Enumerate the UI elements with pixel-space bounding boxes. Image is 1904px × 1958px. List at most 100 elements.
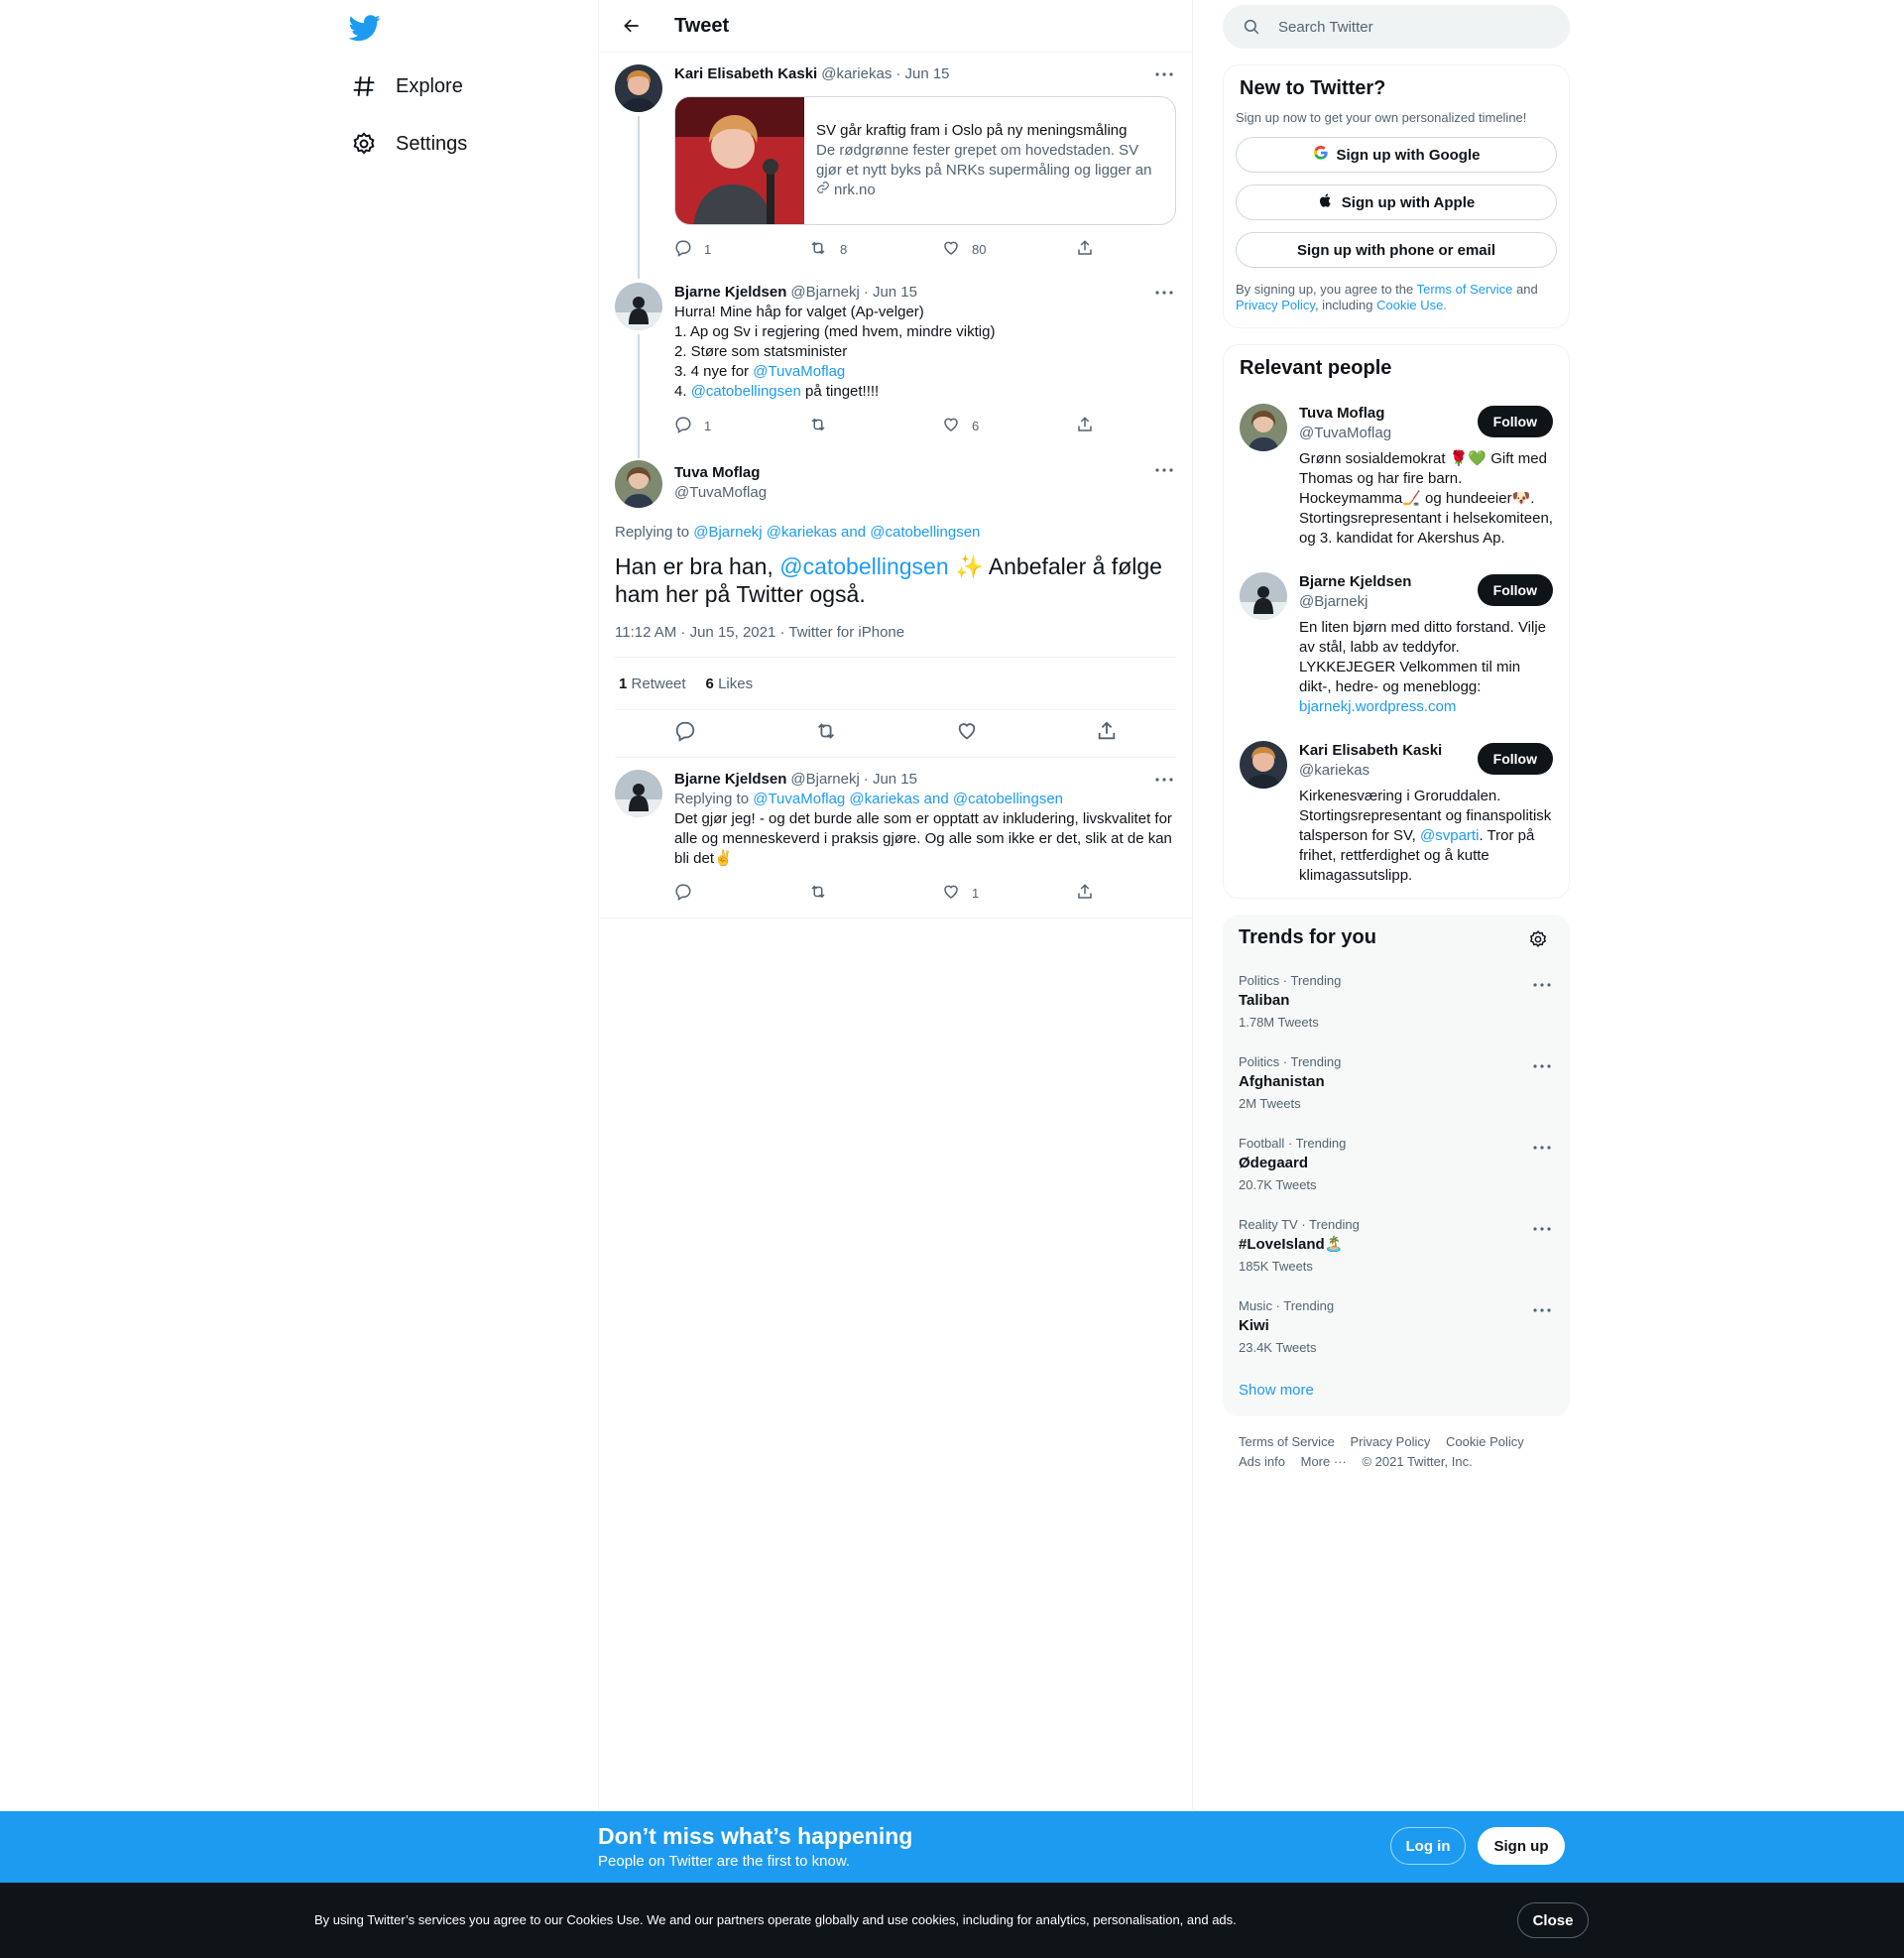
avatar[interactable] bbox=[615, 64, 662, 112]
reply-icon[interactable] bbox=[674, 720, 696, 747]
thread-tweet-bjarnekj[interactable]: Bjarne Kjeldsen @Bjarnekj · Jun 15 Hurra… bbox=[599, 271, 1192, 448]
signup-google-button[interactable]: Sign up with Google bbox=[1236, 137, 1557, 173]
nav-explore[interactable]: Explore bbox=[349, 66, 463, 106]
mention-link[interactable]: @catobellingsen bbox=[779, 553, 948, 579]
more-options-icon[interactable] bbox=[1152, 281, 1176, 305]
reply-button[interactable] bbox=[674, 883, 764, 904]
author-name[interactable]: Kari Elisabeth Kaski bbox=[674, 64, 817, 84]
more-options-icon[interactable] bbox=[1152, 62, 1176, 86]
share-button[interactable] bbox=[1076, 416, 1096, 436]
more-options-icon[interactable] bbox=[1530, 1217, 1554, 1241]
person-kariekas[interactable]: Follow Kari Elisabeth Kaski @kariekas Ki… bbox=[1224, 729, 1569, 898]
avatar[interactable] bbox=[615, 770, 662, 817]
follow-button[interactable]: Follow bbox=[1477, 406, 1553, 437]
heart-icon[interactable] bbox=[956, 720, 978, 747]
likes-stat[interactable]: 6 Likes bbox=[706, 675, 754, 692]
relevant-people-title: Relevant people bbox=[1240, 357, 1392, 379]
login-button[interactable]: Log in bbox=[1390, 1827, 1466, 1865]
mention-link[interactable]: @catobellingsen bbox=[691, 383, 801, 400]
nav-settings[interactable]: Settings bbox=[349, 124, 467, 164]
follow-button[interactable]: Follow bbox=[1477, 743, 1553, 775]
trend-item[interactable]: Football · Trending Ødegaard 20.7K Tweet… bbox=[1223, 1124, 1570, 1205]
more-options-icon[interactable] bbox=[1152, 768, 1176, 792]
replying-to-users[interactable]: @Bjarnekj @kariekas and @catobellingsen bbox=[693, 524, 980, 541]
tweet-timestamp[interactable]: 11:12 AM · Jun 15, 2021 · Twitter for iP… bbox=[615, 624, 1176, 658]
tweet-actions: 1 8 80 bbox=[674, 233, 1096, 265]
cookie-link[interactable]: Cookie Use. bbox=[1376, 298, 1447, 312]
twitter-logo-icon[interactable] bbox=[348, 12, 381, 44]
more-options-icon[interactable] bbox=[1530, 1054, 1554, 1078]
author-name[interactable]: Bjarne Kjeldsen bbox=[674, 283, 786, 303]
terms-link[interactable]: Terms of Service bbox=[1417, 282, 1513, 297]
show-more-link[interactable]: Show more bbox=[1223, 1368, 1570, 1416]
more-options-icon[interactable] bbox=[1152, 458, 1176, 482]
like-button[interactable]: 6 bbox=[942, 416, 1031, 436]
retweet-stat[interactable]: 1 Retweet bbox=[619, 675, 686, 692]
share-button[interactable] bbox=[1076, 239, 1096, 260]
bio-link[interactable]: bjarnekj.wordpress.com bbox=[1299, 698, 1456, 715]
link-card[interactable]: SV går kraftig fram i Oslo på ny menings… bbox=[674, 96, 1176, 225]
more-options-icon[interactable] bbox=[1530, 1136, 1554, 1160]
signup-prompt-bar: Don’t miss what’s happening People on Tw… bbox=[0, 1811, 1904, 1883]
avatar[interactable] bbox=[1240, 572, 1287, 620]
share-button[interactable] bbox=[1076, 883, 1096, 904]
more-options-icon[interactable] bbox=[1530, 973, 1554, 997]
trend-item[interactable]: Reality TV · Trending #LoveIsland🏝️ 185K… bbox=[1223, 1205, 1570, 1286]
avatar[interactable] bbox=[615, 283, 662, 330]
thread-tweet-kariekas[interactable]: Kari Elisabeth Kaski @kariekas · Jun 15 … bbox=[599, 53, 1192, 271]
privacy-link[interactable]: Privacy Policy bbox=[1236, 298, 1315, 312]
footer-copyright: © 2021 Twitter, Inc. bbox=[1362, 1454, 1473, 1469]
retweet-button[interactable] bbox=[808, 883, 897, 904]
retweet-icon bbox=[808, 883, 828, 904]
reply-button[interactable]: 1 bbox=[674, 416, 764, 436]
person-bjarnekj[interactable]: Follow Bjarne Kjeldsen @Bjarnekj En lite… bbox=[1224, 560, 1569, 729]
replying-to-label: Replying to bbox=[615, 524, 694, 541]
author-handle[interactable]: @Bjarnekj bbox=[790, 283, 859, 303]
back-arrow-icon[interactable] bbox=[615, 9, 649, 43]
author-handle[interactable]: @Bjarnekj bbox=[790, 770, 859, 790]
footer-more-link[interactable]: More ··· bbox=[1301, 1454, 1347, 1469]
more-options-icon[interactable] bbox=[1530, 1298, 1554, 1322]
signup-phone-button[interactable]: Sign up with phone or email bbox=[1236, 232, 1557, 268]
tweet-date[interactable]: · Jun 15 bbox=[864, 770, 917, 790]
footer-terms-link[interactable]: Terms of Service bbox=[1239, 1434, 1335, 1449]
follow-button[interactable]: Follow bbox=[1477, 574, 1553, 606]
person-tuvamoflag[interactable]: Follow Tuva Moflag @TuvaMoflag Grønn sos… bbox=[1224, 392, 1569, 560]
signup-button[interactable]: Sign up bbox=[1478, 1827, 1565, 1865]
reply-tweet[interactable]: Bjarne Kjeldsen @Bjarnekj · Jun 15 Reply… bbox=[599, 758, 1192, 918]
retweet-button[interactable]: 8 bbox=[808, 239, 897, 260]
avatar[interactable] bbox=[1240, 741, 1287, 789]
replying-to-users[interactable]: @TuvaMoflag @kariekas and @catobellingse… bbox=[753, 791, 1063, 807]
trend-item[interactable]: Politics · Trending Afghanistan 2M Tweet… bbox=[1223, 1042, 1570, 1124]
author-name[interactable]: Tuva Moflag bbox=[674, 463, 767, 483]
signup-subtitle: Sign up now to get your own personalized… bbox=[1236, 110, 1527, 125]
author-name[interactable]: Bjarne Kjeldsen bbox=[674, 770, 786, 790]
author-handle[interactable]: @kariekas bbox=[821, 64, 892, 84]
mention-link[interactable]: @TuvaMoflag bbox=[753, 363, 845, 380]
reply-icon bbox=[674, 239, 692, 260]
footer-cookie-link[interactable]: Cookie Policy bbox=[1446, 1434, 1524, 1449]
retweet-button[interactable] bbox=[808, 416, 897, 436]
retweet-icon[interactable] bbox=[814, 720, 838, 747]
reply-button[interactable]: 1 bbox=[674, 239, 764, 260]
retweet-stat-label: Retweet bbox=[631, 674, 686, 692]
trend-item[interactable]: Music · Trending Kiwi 23.4K Tweets bbox=[1223, 1286, 1570, 1368]
avatar[interactable] bbox=[615, 460, 662, 508]
like-button[interactable]: 1 bbox=[942, 883, 1031, 904]
author-handle[interactable]: @TuvaMoflag bbox=[674, 483, 767, 503]
search-input[interactable]: Search Twitter bbox=[1223, 5, 1570, 49]
footer-privacy-link[interactable]: Privacy Policy bbox=[1350, 1434, 1430, 1449]
like-button[interactable]: 80 bbox=[942, 239, 1031, 260]
footer-ads-link[interactable]: Ads info bbox=[1239, 1454, 1285, 1469]
tweet-date[interactable]: · Jun 15 bbox=[864, 283, 917, 303]
trends-settings-gear-icon[interactable] bbox=[1528, 929, 1548, 954]
share-icon[interactable] bbox=[1096, 720, 1118, 747]
signup-apple-button[interactable]: Sign up with Apple bbox=[1236, 184, 1557, 220]
trend-item[interactable]: Politics · Trending Taliban 1.78M Tweets bbox=[1223, 961, 1570, 1042]
link-icon bbox=[816, 181, 830, 200]
trend-name: Taliban bbox=[1239, 992, 1290, 1009]
avatar[interactable] bbox=[1240, 404, 1287, 451]
mention-link[interactable]: @svparti bbox=[1420, 827, 1479, 844]
tweet-date[interactable]: · Jun 15 bbox=[895, 64, 949, 84]
close-button[interactable]: Close bbox=[1517, 1902, 1589, 1938]
